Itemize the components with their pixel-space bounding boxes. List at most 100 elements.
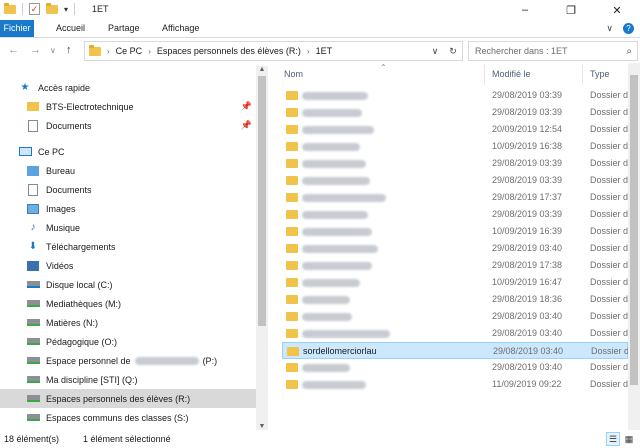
file-name[interactable]: [302, 311, 352, 321]
scroll-down-icon[interactable]: ▼: [256, 423, 268, 430]
file-name[interactable]: [302, 209, 368, 219]
address-dropdown-icon[interactable]: ∨: [426, 46, 444, 57]
breadcrumb-current[interactable]: 1ET: [316, 46, 333, 56]
scroll-up-icon[interactable]: ▲: [256, 66, 268, 73]
nav-documents[interactable]: Documents: [0, 180, 256, 199]
scrollbar-thumb[interactable]: [630, 75, 638, 385]
customize-toolbar-icon[interactable]: ▾: [64, 5, 68, 14]
file-row[interactable]: 29/08/2019 18:36 Dossier de fi: [282, 291, 628, 308]
file-row[interactable]: 10/09/2019 16:47 Dossier de fi: [282, 274, 628, 291]
refresh-icon[interactable]: ↻: [444, 46, 462, 57]
search-icon[interactable]: ⌕: [626, 46, 632, 57]
file-name[interactable]: [302, 107, 362, 117]
address-bar[interactable]: › Ce PC › Espaces personnels des élèves …: [84, 41, 463, 61]
breadcrumb-this-pc[interactable]: Ce PC: [116, 46, 143, 56]
file-name[interactable]: [302, 277, 360, 287]
file-name[interactable]: [302, 260, 372, 270]
nav-drive-q[interactable]: Ma discipline [STI] (Q:): [0, 370, 256, 389]
file-row[interactable]: 29/08/2019 03:40 Dossier de fi: [282, 325, 628, 342]
up-arrow-icon[interactable]: ↑: [66, 44, 72, 56]
scrollbar-thumb[interactable]: [258, 76, 266, 326]
tab-home[interactable]: Accueil: [56, 20, 85, 37]
nav-pinned-bts[interactable]: BTS-Electrotechnique 📌: [0, 97, 256, 116]
file-name[interactable]: [302, 362, 350, 372]
file-row[interactable]: 29/08/2019 03:40 Dossier de fi: [282, 240, 628, 257]
file-name[interactable]: sordellomerciorlau: [303, 346, 377, 356]
breadcrumb-drive[interactable]: Espaces personnels des élèves (R:): [157, 46, 301, 56]
file-row[interactable]: 29/08/2019 03:39 Dossier de fi: [282, 155, 628, 172]
help-icon[interactable]: ?: [623, 23, 634, 34]
nav-drive-n[interactable]: Matières (N:): [0, 313, 256, 332]
music-icon: ♪: [30, 222, 36, 233]
maximize-button[interactable]: ❐: [548, 0, 594, 20]
nav-desktop[interactable]: Bureau: [0, 161, 256, 180]
file-row[interactable]: 29/08/2019 03:39 Dossier de fi: [282, 172, 628, 189]
pin-icon[interactable]: 📌: [241, 101, 252, 112]
file-row[interactable]: 29/08/2019 03:39 Dossier de fi: [282, 206, 628, 223]
file-list-scrollbar[interactable]: [628, 63, 640, 430]
nav-local-disk[interactable]: Disque local (C:): [0, 275, 256, 294]
large-icons-view-icon[interactable]: ▦: [622, 432, 636, 446]
column-name[interactable]: Nom: [284, 69, 303, 79]
file-name[interactable]: [302, 141, 360, 151]
file-name[interactable]: [302, 158, 366, 168]
minimize-button[interactable]: –: [502, 0, 548, 20]
file-row[interactable]: 29/08/2019 03:39 Dossier de fi: [282, 104, 628, 121]
file-name[interactable]: [302, 192, 386, 202]
file-row[interactable]: 10/09/2019 16:39 Dossier de fi: [282, 223, 628, 240]
tab-file[interactable]: Fichier: [0, 20, 34, 37]
nav-drive-r[interactable]: Espaces personnels des élèves (R:): [0, 389, 256, 408]
details-view-icon[interactable]: ☰: [606, 432, 620, 446]
column-separator[interactable]: [484, 65, 485, 85]
file-row[interactable]: sordellomerciorlau 29/08/2019 03:40 Dossie…: [282, 342, 628, 359]
breadcrumb-separator-icon[interactable]: ›: [148, 47, 151, 56]
file-name[interactable]: [302, 226, 372, 236]
file-name[interactable]: [302, 379, 366, 389]
file-name[interactable]: [302, 175, 370, 185]
file-name[interactable]: [302, 294, 350, 304]
nav-music[interactable]: ♪ Musique: [0, 218, 256, 237]
file-row[interactable]: 29/08/2019 17:38 Dossier de fi: [282, 257, 628, 274]
close-button[interactable]: ✕: [594, 0, 640, 20]
file-row[interactable]: 11/09/2019 09:22 Dossier de fi: [282, 376, 628, 393]
file-name[interactable]: [302, 328, 390, 338]
file-name[interactable]: [302, 124, 374, 134]
nav-quick-access[interactable]: ★ Accès rapide: [0, 78, 256, 97]
nav-pictures[interactable]: Images: [0, 199, 256, 218]
nav-drive-s[interactable]: Espaces communs des classes (S:): [0, 408, 256, 427]
nav-drive-m[interactable]: Mediathèques (M:): [0, 294, 256, 313]
redacted-name: [302, 91, 368, 100]
column-separator[interactable]: [582, 65, 583, 85]
column-modified[interactable]: Modifié le: [492, 69, 531, 79]
breadcrumb-separator-icon[interactable]: ›: [107, 47, 110, 56]
file-row[interactable]: 29/08/2019 03:40 Dossier de fi: [282, 359, 628, 376]
recent-locations-icon[interactable]: ∨: [50, 46, 56, 55]
pin-icon[interactable]: 📌: [241, 120, 252, 131]
breadcrumb-separator-icon[interactable]: ›: [307, 47, 310, 56]
back-arrow-icon[interactable]: ←: [8, 44, 19, 56]
search-input[interactable]: Rechercher dans : 1ET: [468, 41, 638, 61]
nav-this-pc[interactable]: Ce PC: [0, 142, 256, 161]
nav-pinned-documents[interactable]: Documents 📌: [0, 116, 256, 135]
tab-view[interactable]: Affichage: [162, 20, 199, 37]
forward-arrow-icon[interactable]: →: [30, 44, 41, 56]
file-row[interactable]: 20/09/2019 12:54 Dossier de fi: [282, 121, 628, 138]
nav-downloads[interactable]: ⬇ Téléchargements: [0, 237, 256, 256]
file-row[interactable]: 29/08/2019 03:39 Dossier de fi: [282, 87, 628, 104]
column-type[interactable]: Type: [590, 69, 610, 79]
file-row[interactable]: 29/08/2019 03:40 Dossier de fi: [282, 308, 628, 325]
properties-icon[interactable]: ✓: [29, 3, 40, 15]
nav-videos[interactable]: Vidéos: [0, 256, 256, 275]
file-type: Dossier de fi: [590, 107, 628, 117]
expand-ribbon-icon[interactable]: ∨: [606, 23, 613, 34]
file-row[interactable]: 29/08/2019 17:37 Dossier de fi: [282, 189, 628, 206]
file-row[interactable]: 10/09/2019 16:38 Dossier de fi: [282, 138, 628, 155]
file-name[interactable]: [302, 243, 378, 253]
nav-scrollbar[interactable]: ▲ ▼: [256, 66, 268, 430]
file-name[interactable]: [302, 90, 368, 100]
new-folder-icon[interactable]: [46, 2, 58, 14]
nav-drive-o[interactable]: Pédagogique (O:): [0, 332, 256, 351]
redacted-name: [302, 380, 366, 389]
tab-share[interactable]: Partage: [108, 20, 140, 37]
nav-drive-p[interactable]: Espace personnel de (P:): [0, 351, 256, 370]
